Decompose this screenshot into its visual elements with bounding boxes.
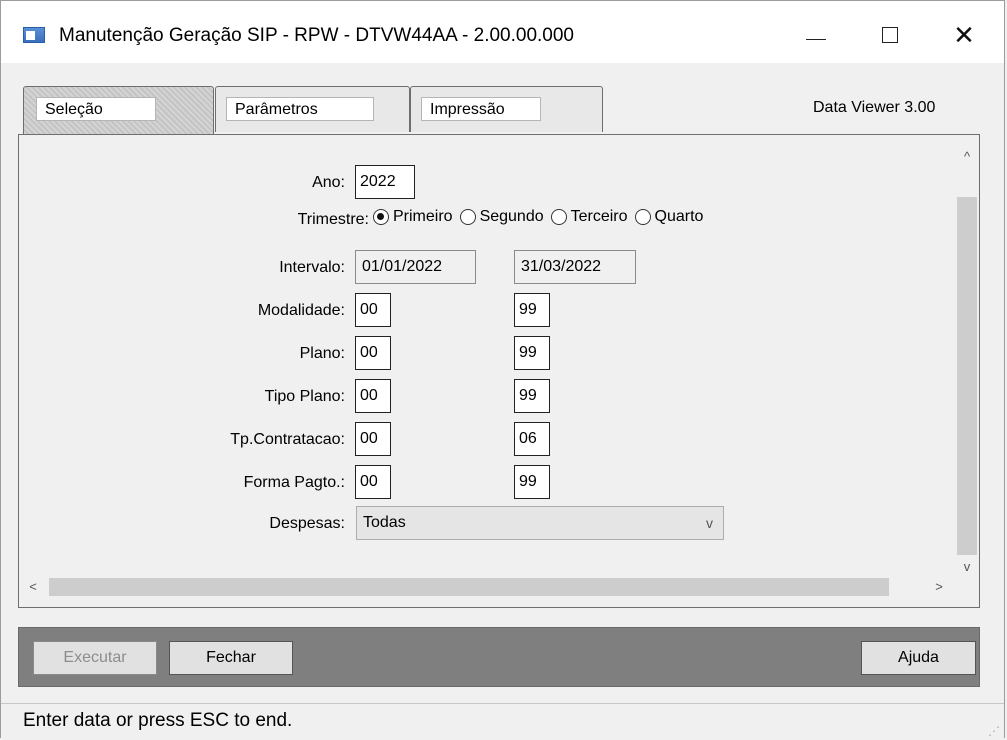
window-title: Manutenção Geração SIP - RPW - DTVW44AA … — [59, 25, 575, 46]
radio-terceiro[interactable]: Terceiro — [550, 208, 628, 226]
horizontal-scroll-thumb[interactable] — [49, 578, 889, 596]
radio-terceiro-label: Terceiro — [570, 208, 628, 225]
fechar-button[interactable]: Fechar — [169, 641, 293, 675]
scroll-left-icon[interactable]: < — [23, 577, 43, 597]
maximize-icon — [882, 27, 898, 43]
radio-primeiro-label: Primeiro — [393, 208, 453, 225]
app-icon — [23, 27, 45, 43]
forma-pagto-label: Forma Pagto.: — [243, 474, 345, 491]
plano-to-field[interactable]: 99 — [514, 336, 550, 370]
button-bar: Executar Fechar Ajuda — [18, 627, 980, 687]
tp-contratacao-label: Tp.Contratacao: — [230, 431, 345, 448]
vertical-scrollbar[interactable]: ^ v — [957, 145, 977, 575]
title-bar: Manutenção Geração SIP - RPW - DTVW44AA … — [1, 1, 1004, 63]
forma-pagto-from-field[interactable]: 00 — [355, 465, 391, 499]
trimestre-radio-group: Primeiro Segundo Terceiro Quarto — [373, 208, 710, 226]
data-viewer-version: Data Viewer 3.00 — [813, 99, 936, 116]
plano-from-field[interactable]: 00 — [355, 336, 391, 370]
trimestre-label: Trimestre: — [297, 211, 369, 228]
radio-primeiro[interactable]: Primeiro — [373, 208, 453, 226]
status-bar: Enter data or press ESC to end. ⋰ — [1, 703, 1004, 740]
tab-selecao[interactable]: Seleção — [23, 86, 214, 134]
tab-parametros-label: Parâmetros — [226, 97, 374, 121]
radio-segundo[interactable]: Segundo — [459, 208, 544, 226]
tp-contratacao-to-field[interactable]: 06 — [514, 422, 550, 456]
tab-impressao-label: Impressão — [421, 97, 541, 121]
despesas-select[interactable]: Todas v — [356, 506, 724, 540]
modalidade-label: Modalidade: — [257, 302, 345, 319]
vertical-scroll-thumb[interactable] — [957, 197, 977, 555]
ajuda-button[interactable]: Ajuda — [861, 641, 976, 675]
forma-pagto-to-field[interactable]: 99 — [514, 465, 550, 499]
tipo-plano-from-field[interactable]: 00 — [355, 379, 391, 413]
status-text: Enter data or press ESC to end. — [23, 710, 293, 731]
radio-quarto[interactable]: Quarto — [634, 208, 704, 226]
close-icon: ✕ — [953, 20, 975, 50]
scroll-up-icon[interactable]: ^ — [957, 147, 977, 167]
close-button[interactable]: ✕ — [941, 13, 987, 57]
radio-quarto-label: Quarto — [654, 208, 704, 225]
maximize-button[interactable] — [867, 13, 913, 57]
radio-terceiro-icon — [550, 209, 567, 225]
resize-grip-icon[interactable]: ⋰ — [988, 724, 1000, 738]
tab-selecao-label: Seleção — [36, 97, 156, 121]
ano-label: Ano: — [312, 174, 345, 191]
scroll-right-icon[interactable]: > — [929, 577, 949, 597]
scroll-down-icon[interactable]: v — [957, 557, 977, 577]
despesas-label: Despesas: — [269, 515, 345, 532]
intervalo-label: Intervalo: — [279, 259, 345, 276]
intervalo-to-field: 31/03/2022 — [514, 250, 636, 284]
executar-button[interactable]: Executar — [33, 641, 157, 675]
tp-contratacao-from-field[interactable]: 00 — [355, 422, 391, 456]
radio-primeiro-icon — [373, 209, 389, 225]
minimize-icon — [806, 38, 826, 40]
tab-impressao[interactable]: Impressão — [410, 86, 603, 132]
radio-quarto-icon — [634, 209, 651, 225]
chevron-down-icon: v — [706, 515, 713, 531]
modalidade-to-field[interactable]: 99 — [514, 293, 550, 327]
horizontal-scrollbar[interactable]: < > — [21, 575, 956, 599]
radio-segundo-label: Segundo — [479, 208, 544, 225]
despesas-selected-value: Todas — [363, 514, 406, 531]
tab-parametros[interactable]: Parâmetros — [215, 86, 410, 132]
plano-label: Plano: — [299, 345, 345, 362]
tipo-plano-to-field[interactable]: 99 — [514, 379, 550, 413]
tipo-plano-label: Tipo Plano: — [264, 388, 345, 405]
intervalo-from-field: 01/01/2022 — [355, 250, 476, 284]
radio-segundo-icon — [459, 209, 476, 225]
app-window: Manutenção Geração SIP - RPW - DTVW44AA … — [0, 0, 1005, 740]
modalidade-from-field[interactable]: 00 — [355, 293, 391, 327]
minimize-button[interactable] — [793, 13, 839, 57]
ano-field[interactable]: 2022 — [355, 165, 415, 199]
